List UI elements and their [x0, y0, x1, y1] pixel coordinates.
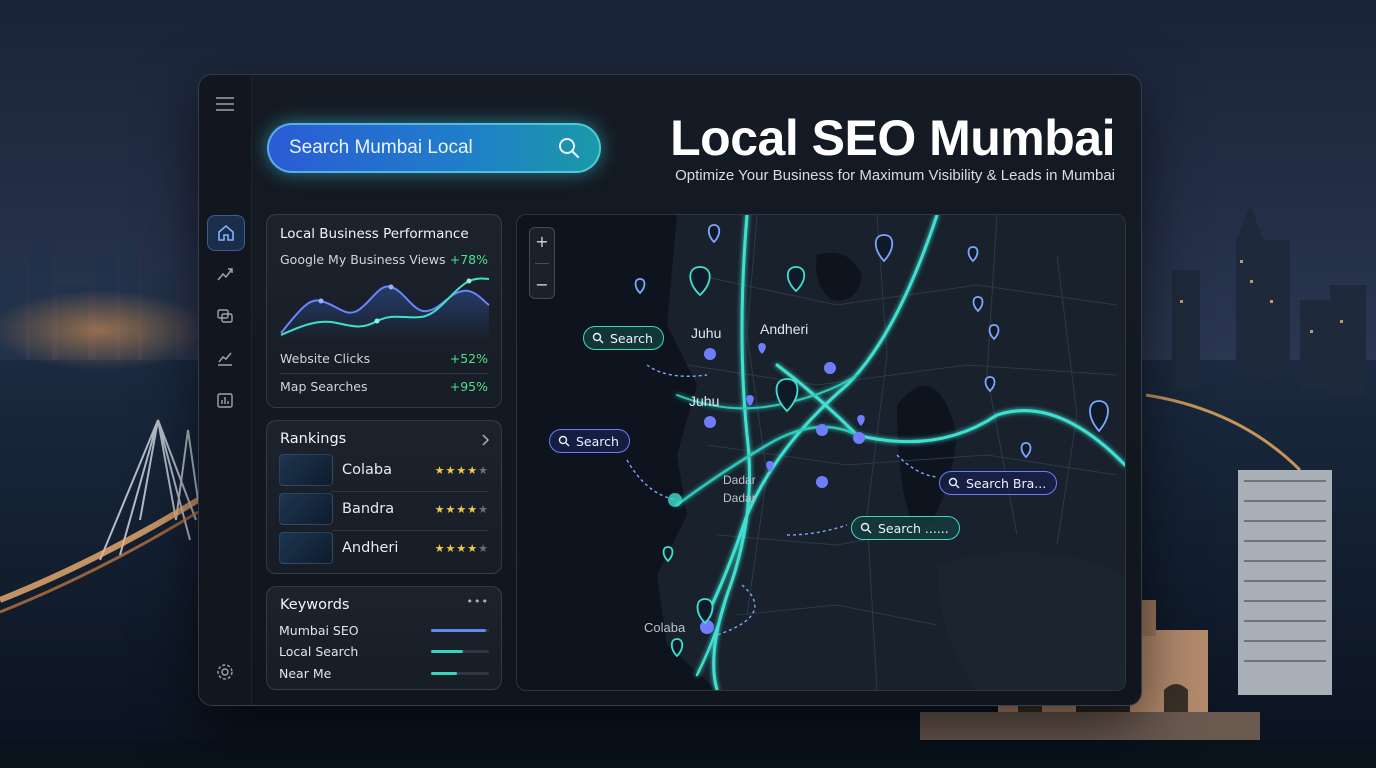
hamburger-icon [216, 97, 234, 111]
keyword-bar [431, 649, 489, 653]
map-thumbnail [279, 493, 333, 525]
zoom-out-button[interactable]: − [535, 275, 548, 294]
map-label-dadar-2: Dadar [723, 491, 756, 505]
star-rating: ★★★★★ [434, 541, 489, 555]
app-window: Local SEO Mumbai Optimize Your Business … [198, 74, 1142, 706]
analytics-icon [218, 352, 232, 366]
ranking-row[interactable]: Andheri ★★★★★ [279, 531, 489, 565]
ranking-name: Bandra [342, 501, 395, 517]
search-bar[interactable] [267, 123, 601, 173]
keyword-row: Local Search [279, 641, 489, 661]
map-thumbnail [279, 454, 333, 486]
search-icon [558, 435, 570, 447]
sidebar-item-home[interactable] [207, 215, 245, 251]
ranking-name: Andheri [342, 540, 399, 556]
sidebar-item-trends[interactable] [207, 257, 243, 291]
keywords-card: Keywords ••• Mumbai SEO Local Search Nea… [266, 586, 502, 690]
reports-icon [217, 393, 233, 408]
sidebar-item-analytics[interactable] [207, 341, 243, 375]
sidebar-item-reports[interactable] [207, 383, 243, 417]
keyword-bar-fill [431, 649, 463, 653]
map-search-chip[interactable]: Search [583, 326, 664, 350]
chip-label: Search [610, 330, 653, 346]
map-label-andheri: Andheri [760, 321, 809, 337]
settings-icon [217, 664, 233, 680]
metric-website-clicks: Website Clicks +52% [280, 351, 488, 366]
rankings-card: Rankings Colaba ★★★★★ Bandra ★★★★★ Andhe… [266, 420, 502, 574]
zoom-divider [535, 262, 549, 264]
chip-label: Search Bra... [966, 475, 1047, 491]
search-icon [948, 477, 960, 489]
star-rating: ★★★★★ [434, 463, 489, 477]
map-label-dadar: Dadar [723, 473, 756, 487]
search-icon[interactable] [557, 136, 581, 160]
map-search-chip[interactable]: Search Bra... [939, 471, 1058, 495]
page-title: Local SEO Mumbai [670, 110, 1115, 166]
more-options-icon[interactable]: ••• [467, 595, 489, 608]
keyword-name: Near Me [279, 665, 332, 681]
zoom-control: + − [529, 227, 555, 299]
chip-label: Search [576, 433, 619, 449]
ranking-row[interactable]: Bandra ★★★★★ [279, 492, 489, 526]
metric-value: +52% [449, 351, 488, 366]
keyword-bar-fill [431, 628, 487, 632]
home-icon [218, 224, 234, 241]
metric-value: +78% [449, 252, 488, 267]
map-label-colaba: Colaba [644, 620, 686, 635]
keyword-name: Local Search [279, 643, 359, 659]
keyword-bar [431, 671, 489, 675]
metric-label: Website Clicks [280, 351, 371, 366]
map-search-chip[interactable]: Search [549, 429, 630, 453]
chevron-right-icon[interactable] [481, 434, 489, 446]
search-icon [592, 332, 604, 344]
performance-title: Local Business Performance [280, 226, 469, 242]
zoom-in-button[interactable]: + [535, 232, 548, 251]
sidebar [199, 75, 252, 705]
metric-map-searches: Map Searches +95% [280, 379, 488, 394]
chat-icon [217, 309, 233, 323]
ranking-name: Colaba [342, 462, 392, 478]
metric-label: Map Searches [280, 379, 368, 394]
star-rating: ★★★★★ [434, 502, 489, 516]
map-search-chip[interactable]: Search ...... [851, 516, 960, 540]
performance-sparkline [280, 277, 490, 341]
keyword-bar [431, 628, 489, 632]
keyword-row: Near Me [279, 663, 489, 683]
keyword-row: Mumbai SEO [279, 620, 489, 640]
metric-value: +95% [449, 379, 488, 394]
metric-gmb-views: Google My Business Views +78% [280, 252, 488, 267]
sidebar-item-messages[interactable] [207, 299, 243, 333]
metric-label: Google My Business Views [280, 252, 446, 267]
map-label-juhu: Juhu [691, 325, 722, 341]
keyword-bar-fill [431, 671, 458, 675]
map-thumbnail [279, 532, 333, 564]
menu-button[interactable] [207, 87, 243, 121]
keywords-title: Keywords [280, 597, 350, 613]
performance-card: Local Business Performance Google My Bus… [266, 214, 502, 408]
keyword-name: Mumbai SEO [279, 622, 359, 638]
ranking-row[interactable]: Colaba ★★★★★ [279, 453, 489, 487]
page-subtitle: Optimize Your Business for Maximum Visib… [675, 167, 1115, 184]
map-label-juhu-2: Juhu [689, 393, 720, 409]
settings-button[interactable] [207, 655, 243, 689]
rankings-title: Rankings [280, 431, 347, 447]
trend-icon [217, 268, 233, 281]
map-view[interactable]: + − Juhu Andheri Juhu Dadar Dadar Colaba… [516, 214, 1126, 691]
chip-label: Search ...... [878, 520, 949, 536]
search-input[interactable] [287, 136, 557, 160]
divider [280, 373, 488, 374]
search-icon [860, 522, 872, 534]
